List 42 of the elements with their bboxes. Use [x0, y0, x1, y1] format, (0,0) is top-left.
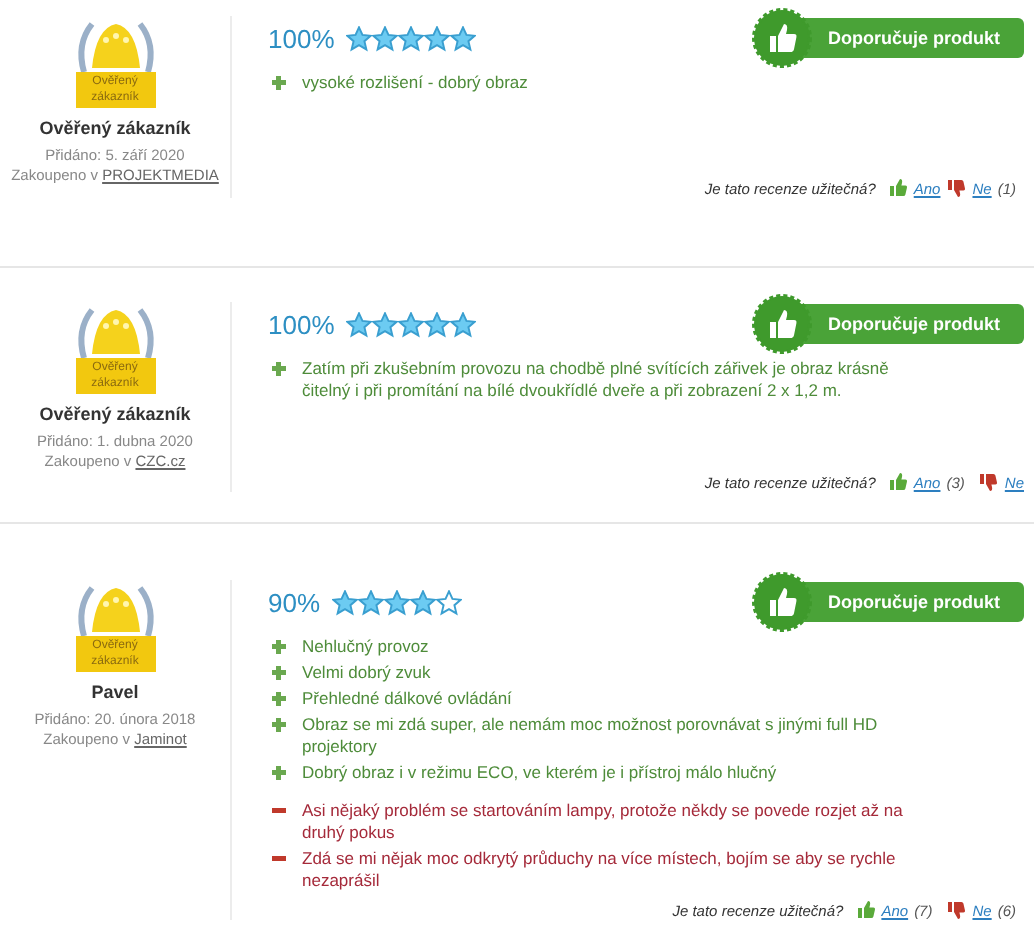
star-icon: [346, 311, 373, 337]
reviewer-name: Ověřený zákazník: [39, 404, 191, 424]
pro-text: Přehledné dálkové ovládání: [302, 688, 512, 710]
thumbs-down-icon: [946, 178, 967, 198]
rating-percent: 100%: [268, 309, 335, 339]
con-text: Zdá se mi nějak moc odkrytý průduchy na více místech, bojím se aby se rychle nezaprášil: [302, 848, 898, 892]
star-icon: [358, 589, 385, 615]
star-icon: [346, 25, 373, 51]
rating-percent: 90%: [268, 587, 321, 617]
star-icon: [398, 25, 425, 51]
star-icon: [424, 311, 451, 337]
pro-text: Dobrý obraz i v režimu ECO, ve kterém je i přístroj málo hlučný: [302, 762, 777, 784]
reviewer-name: Ověřený zákazník: [39, 118, 191, 138]
star-icon: [372, 25, 399, 51]
star-icon: [384, 589, 411, 615]
pro-text: Velmi dobrý zvuk: [302, 662, 431, 684]
star-icon: [332, 589, 359, 615]
thumbs-down-icon: [978, 472, 999, 492]
rating-percent: 100%: [268, 23, 335, 53]
star-icon: [436, 589, 463, 615]
thumbs-up-icon: [752, 294, 812, 354]
plus-icon: [272, 766, 286, 780]
pro-text: Zatím při zkušebním provozu na chodbě plné svítících zářivek je obraz krásně čitelný i při promítání na bílé dvoukřídlé dveře a při zobrazení 2 x 1,2 m.: [302, 358, 891, 402]
thumbs-up-icon: [752, 572, 812, 632]
star-icon: [372, 311, 399, 337]
pro-text: Nehlučný provoz: [302, 636, 429, 658]
con-text: Asi nějaký problém se startováním lampy, protože někdy se povede rozjet až na druhý pokus: [302, 800, 905, 844]
thumbs-up-icon: [887, 178, 908, 198]
plus-icon: [272, 362, 286, 376]
star-icon: [450, 25, 477, 51]
thumbs-down-icon: [946, 900, 967, 920]
star-icon: [424, 25, 451, 51]
star-icon: [410, 589, 437, 615]
star-icon: [398, 311, 425, 337]
thumbs-up-icon: [855, 900, 876, 920]
pro-text: vysoké rozlišení - dobrý obraz: [302, 72, 528, 94]
thumbs-up-icon: [752, 8, 812, 68]
reviewer-name: Pavel: [91, 682, 139, 702]
star-icon: [450, 311, 477, 337]
pro-text: Obraz se mi zdá super, ale nemám moc možnost porovnávat s jinými full HD projektory: [302, 714, 880, 758]
thumbs-up-icon: [887, 472, 908, 492]
plus-icon: [272, 76, 286, 90]
